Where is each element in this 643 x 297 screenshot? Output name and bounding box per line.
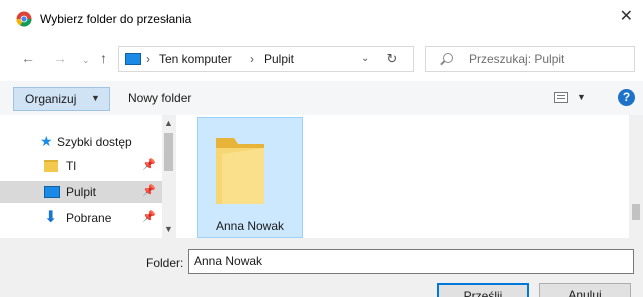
folder-field-label: Folder: xyxy=(146,256,184,270)
chrome-icon xyxy=(16,11,32,27)
star-icon: ★ xyxy=(40,133,53,149)
folder-icon xyxy=(216,138,264,204)
breadcrumb-separator: › xyxy=(146,52,150,66)
history-dropdown-icon[interactable]: ⌄ xyxy=(82,52,90,68)
pin-icon: 📌 xyxy=(142,211,156,223)
address-bar[interactable]: › Ten komputer › Pulpit ⌄ xyxy=(118,46,414,72)
sidebar-scrollbar[interactable]: ▲ ▼ xyxy=(162,115,176,238)
sidebar-item-tl[interactable]: Tl 📌 xyxy=(0,155,162,177)
breadcrumb-desktop[interactable]: Pulpit xyxy=(264,52,294,66)
desktop-icon xyxy=(125,53,141,65)
sidebar-item-label: Pulpit xyxy=(66,185,97,199)
scrollbar-thumb[interactable] xyxy=(632,204,640,220)
folder-name: Anna Nowak xyxy=(215,219,285,233)
search-icon xyxy=(443,53,453,63)
sidebar-item-label: Pobrane xyxy=(66,211,112,225)
window-title: Wybierz folder do przesłania xyxy=(40,12,192,26)
scroll-down-icon[interactable]: ▼ xyxy=(164,224,173,234)
back-arrow-icon[interactable]: ← xyxy=(21,50,35,66)
sidebar-item-label: Szybki dostęp xyxy=(57,135,132,149)
help-icon[interactable]: ? xyxy=(618,89,635,106)
organize-label: Organizuj xyxy=(25,92,77,106)
sidebar-item-downloads[interactable]: ⬇ Pobrane 📌 xyxy=(0,207,162,229)
file-list: Anna Nowak xyxy=(176,115,629,238)
dialog-footer: Folder: Anna Nowak Prześlij Anuluj xyxy=(0,238,643,297)
view-dropdown-icon[interactable]: ▼ xyxy=(577,92,586,102)
pin-icon: 📌 xyxy=(142,185,156,197)
new-folder-button[interactable]: Nowy folder xyxy=(128,91,191,105)
close-icon[interactable]: ✕ xyxy=(620,9,633,25)
title-bar: Wybierz folder do przesłania ✕ xyxy=(0,0,643,38)
scroll-up-icon[interactable]: ▲ xyxy=(164,118,173,128)
download-icon: ⬇ xyxy=(44,209,58,226)
cancel-button[interactable]: Anuluj xyxy=(539,283,631,297)
folder-icon xyxy=(44,160,58,172)
address-dropdown-icon[interactable]: ⌄ xyxy=(361,53,369,64)
organize-button[interactable]: Organizuj ▼ xyxy=(13,87,110,111)
forward-arrow-icon[interactable]: → xyxy=(53,50,67,66)
up-arrow-icon[interactable]: ↑ xyxy=(100,50,107,66)
command-toolbar: Organizuj ▼ Nowy folder ▼ ? xyxy=(0,81,643,115)
desktop-icon xyxy=(44,186,60,198)
pin-icon: 📌 xyxy=(142,159,156,171)
search-box[interactable]: Przeszukaj: Pulpit xyxy=(425,46,635,72)
breadcrumb-this-pc[interactable]: Ten komputer xyxy=(159,52,232,66)
navigation-pane: ★ Szybki dostęp Tl 📌 Pulpit 📌 ⬇ Pobrane … xyxy=(0,115,176,238)
sidebar-item-label: Tl xyxy=(66,159,76,173)
search-placeholder: Przeszukaj: Pulpit xyxy=(469,52,565,66)
refresh-icon[interactable]: ↻ xyxy=(380,51,404,67)
upload-button[interactable]: Prześlij xyxy=(437,283,529,297)
folder-tile[interactable]: Anna Nowak xyxy=(197,117,303,238)
breadcrumb-separator[interactable]: › xyxy=(250,52,254,66)
chevron-down-icon: ▼ xyxy=(91,93,100,103)
content-scrollbar[interactable] xyxy=(629,115,643,238)
view-options-icon[interactable] xyxy=(554,92,568,103)
sidebar-item-desktop[interactable]: Pulpit 📌 xyxy=(0,181,162,203)
scrollbar-thumb[interactable] xyxy=(164,133,173,171)
folder-name-input[interactable]: Anna Nowak xyxy=(188,249,634,274)
sidebar-item-quick-access[interactable]: ★ Szybki dostęp xyxy=(0,131,162,153)
